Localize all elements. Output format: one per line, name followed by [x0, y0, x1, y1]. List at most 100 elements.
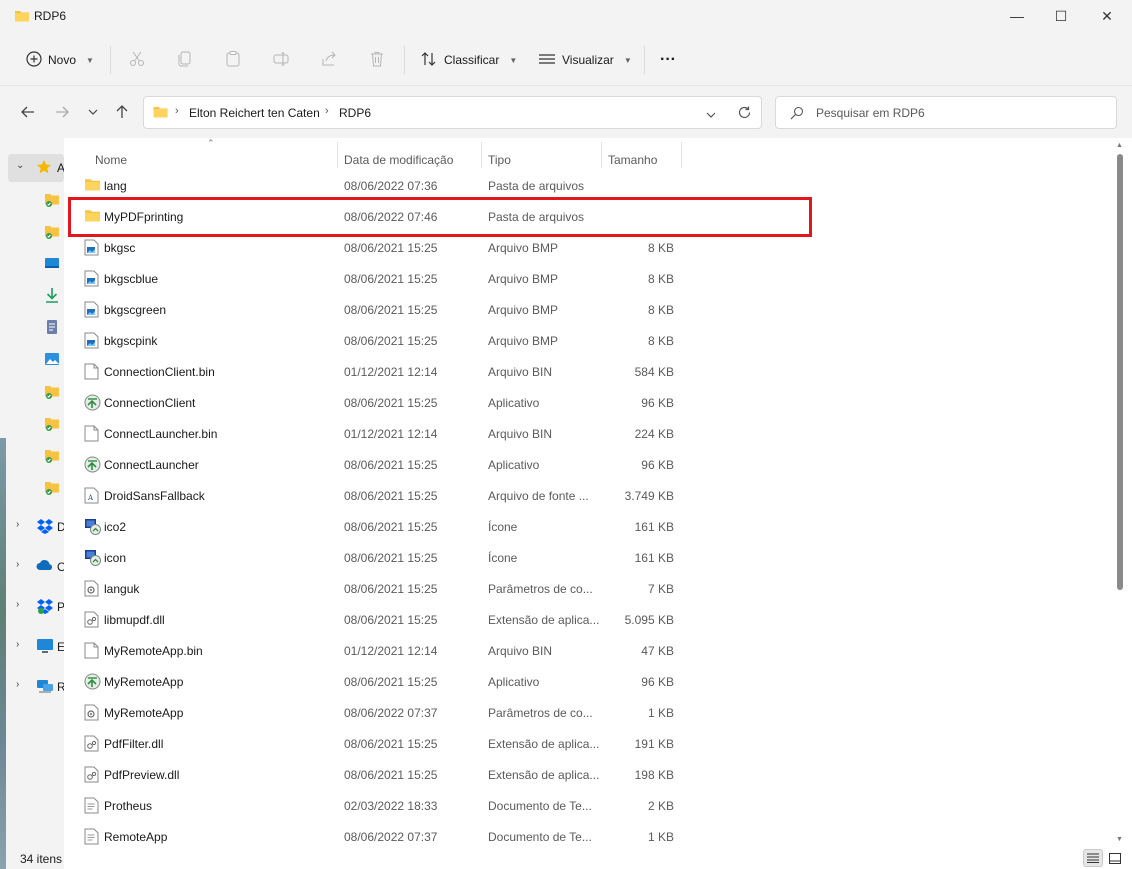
more-options-button[interactable]: ···	[660, 46, 676, 74]
file-name: ConnectLauncher.bin	[104, 427, 218, 441]
nav-item-quick-access[interactable]: ⌄ A	[0, 156, 64, 180]
search-box[interactable]: Pesquisar em RDP6	[775, 96, 1117, 129]
nav-item-pinned-folder[interactable]	[0, 380, 64, 404]
cut-icon[interactable]	[128, 50, 148, 70]
trash-icon[interactable]	[368, 50, 388, 70]
plus-circle-icon	[26, 50, 42, 70]
minimize-button[interactable]: —	[994, 0, 1040, 32]
nav-item-pinned-folder[interactable]	[0, 444, 64, 468]
file-row[interactable]: bkgscblue 08/06/2021 15:25 Arquivo BMP 8 KB	[64, 263, 1114, 294]
up-arrow-icon[interactable]	[112, 102, 132, 122]
file-size: 8 KB	[647, 241, 674, 255]
file-date-modified: 08/06/2022 07:37	[344, 830, 438, 844]
file-row[interactable]: A DroidSansFallback 08/06/2021 15:25 Arquiv…	[64, 480, 1114, 511]
chevron-right-icon[interactable]: ›	[16, 639, 19, 650]
file-row[interactable]: Protheus 02/03/2022 18:33 Documento de Te.…	[64, 790, 1114, 821]
column-divider[interactable]	[601, 142, 602, 168]
column-header-date[interactable]: Data de modificação	[344, 153, 453, 167]
file-row[interactable]: ConnectLauncher.bin 01/12/2021 12:14 Arqui…	[64, 418, 1114, 449]
folder-icon	[84, 177, 101, 194]
file-row[interactable]: ico2 08/06/2021 15:25 Ícone 161 KB	[64, 511, 1114, 542]
file-row[interactable]: languk 08/06/2021 15:25 Parâmetros de co..…	[64, 573, 1114, 604]
rename-icon[interactable]	[272, 50, 292, 70]
file-row[interactable]: ConnectionClient.bin 01/12/2021 12:14 Arqu…	[64, 356, 1114, 387]
file-date-modified: 08/06/2021 15:25	[344, 551, 438, 565]
forward-arrow-icon[interactable]	[52, 102, 72, 122]
chevron-right-icon[interactable]: ›	[16, 679, 19, 690]
file-row[interactable]: MyRemoteApp 08/06/2022 07:37 Parâmetros de…	[64, 697, 1114, 728]
file-size: 96 KB	[641, 675, 674, 689]
dropbox-icon	[36, 598, 54, 616]
copy-icon[interactable]	[176, 50, 196, 70]
file-row[interactable]: ConnectionClient 08/06/2021 15:25 Aplicati…	[64, 387, 1114, 418]
nav-item-pinned-folder[interactable]	[0, 220, 64, 244]
file-size: 1 KB	[647, 706, 674, 720]
file-row[interactable]: libmupdf.dll 08/06/2021 15:25 Extensão de …	[64, 604, 1114, 635]
view-button[interactable]: Visualizar ▼	[538, 46, 632, 74]
search-icon	[790, 106, 804, 123]
chevron-right-icon[interactable]: ›	[16, 519, 19, 530]
file-row[interactable]: MyRemoteApp.bin 01/12/2021 12:14 Arquivo B…	[64, 635, 1114, 666]
scroll-down-arrow-icon[interactable]: ▼	[1116, 836, 1123, 843]
file-row[interactable]: RemoteApp 08/06/2022 07:37 Documento de Te…	[64, 821, 1114, 852]
nav-item-documents[interactable]	[0, 316, 64, 340]
nav-group-onedrive[interactable]: › O	[0, 555, 64, 579]
file-date-modified: 08/06/2021 15:25	[344, 272, 438, 286]
file-date-modified: 08/06/2021 15:25	[344, 613, 438, 627]
sort-button[interactable]: Classificar ▼	[420, 46, 517, 74]
nav-item-pinned-folder[interactable]	[0, 188, 64, 212]
column-divider[interactable]	[481, 142, 482, 168]
file-row[interactable]: PdfPreview.dll 08/06/2021 15:25 Extensão d…	[64, 759, 1114, 790]
nav-item-pinned-folder[interactable]	[0, 476, 64, 500]
file-row[interactable]: MyRemoteApp 08/06/2021 15:25 Aplicativo 96 …	[64, 666, 1114, 697]
breadcrumb-rdp6[interactable]: RDP6	[339, 106, 371, 120]
maximize-button[interactable]: ☐	[1038, 0, 1084, 32]
paste-icon[interactable]	[224, 50, 244, 70]
column-header-name[interactable]: Nome	[95, 153, 127, 167]
breadcrumb-user[interactable]: Elton Reichert ten Caten	[189, 106, 320, 120]
refresh-icon[interactable]	[737, 105, 752, 123]
column-divider[interactable]	[681, 142, 682, 168]
close-button[interactable]: ✕	[1084, 0, 1130, 32]
nav-item-downloads[interactable]	[0, 284, 64, 308]
tiles-view-icon[interactable]	[1105, 849, 1125, 867]
scroll-up-arrow-icon[interactable]: ▲	[1116, 142, 1123, 149]
nav-group-network[interactable]: › R	[0, 675, 64, 699]
new-button[interactable]: Novo ▼	[26, 46, 94, 74]
chevron-right-icon[interactable]: ›	[16, 559, 19, 570]
file-type: Ícone	[488, 551, 518, 565]
recent-locations-icon[interactable]	[83, 102, 103, 122]
pinned-folder-icon	[44, 415, 62, 433]
file-row[interactable]: bkgscpink 08/06/2021 15:25 Arquivo BMP 8 KB	[64, 325, 1114, 356]
nav-item-desktop[interactable]	[0, 252, 64, 276]
vertical-scrollbar-thumb[interactable]	[1117, 154, 1123, 590]
address-history-icon[interactable]	[706, 108, 716, 122]
breadcrumb-separator: ›	[175, 105, 179, 117]
file-row[interactable]: icon 08/06/2021 15:25 Ícone 161 KB	[64, 542, 1114, 573]
file-date-modified: 02/03/2022 18:33	[344, 799, 438, 813]
chevron-right-icon[interactable]: ›	[16, 599, 19, 610]
nav-group-dropbox[interactable]: › D	[0, 515, 64, 539]
highlight-box	[68, 197, 812, 237]
details-view-icon[interactable]	[1083, 849, 1103, 867]
chevron-down-icon[interactable]: ⌄	[16, 160, 24, 171]
file-list: ⌃ Nome Data de modificação Tipo Tamanho …	[64, 138, 1132, 869]
share-icon[interactable]	[320, 50, 340, 70]
back-arrow-icon[interactable]	[18, 102, 38, 122]
column-divider[interactable]	[337, 142, 338, 168]
file-type: Documento de Te...	[488, 799, 592, 813]
file-row[interactable]: bkgscgreen 08/06/2021 15:25 Arquivo BMP 8 K…	[64, 294, 1114, 325]
address-bar[interactable]: › Elton Reichert ten Caten › RDP6	[143, 96, 762, 129]
column-header-type[interactable]: Tipo	[488, 153, 511, 167]
nav-group-dropbox-personal[interactable]: › P	[0, 595, 64, 619]
file-name: lang	[104, 179, 127, 193]
nav-group-this-pc[interactable]: › E	[0, 635, 64, 659]
chevron-down-icon: ▼	[623, 55, 632, 65]
file-row[interactable]: PdfFilter.dll 08/06/2021 15:25 Extensão de…	[64, 728, 1114, 759]
file-row[interactable]: ConnectLauncher 08/06/2021 15:25 Aplicativ…	[64, 449, 1114, 480]
file-name: MyRemoteApp.bin	[104, 644, 203, 658]
nav-item-pictures[interactable]	[0, 348, 64, 372]
nav-item-pinned-folder[interactable]	[0, 412, 64, 436]
file-size: 5.095 KB	[624, 613, 674, 627]
column-header-size[interactable]: Tamanho	[608, 153, 657, 167]
